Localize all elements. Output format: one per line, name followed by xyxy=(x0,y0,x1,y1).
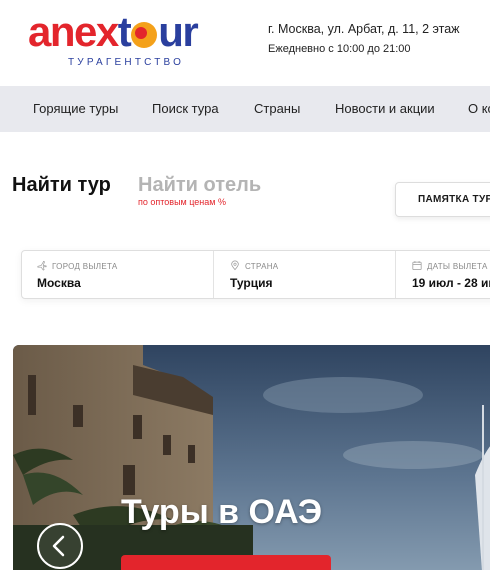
tour-search-form: ГОРОД ВЫЛЕТА Москва СТРАНА Турция ДАТЫ В… xyxy=(21,250,490,299)
hero-title: Туры в ОАЭ xyxy=(121,493,323,531)
tab-find-hotel[interactable]: Найти отель xyxy=(138,174,261,197)
plane-icon xyxy=(37,260,47,271)
departure-dates-field[interactable]: ДАТЫ ВЫЛЕТА 19 июл - 28 ик xyxy=(396,251,490,298)
anextour-logo[interactable]: anext ur ТУРАГЕНТСТВО xyxy=(28,8,238,69)
hero-background-image xyxy=(13,345,490,570)
nav-item-tour-search[interactable]: Поиск тура xyxy=(152,101,219,116)
slider-prev-button[interactable] xyxy=(37,523,83,569)
hero-banner: Туры в ОАЭ xyxy=(13,345,490,570)
departure-city-value: Москва xyxy=(37,276,81,290)
nav-item-hot-tours[interactable]: Горящие туры xyxy=(33,101,118,116)
departure-dates-label: ДАТЫ ВЫЛЕТА xyxy=(427,262,488,271)
nav-item-countries[interactable]: Страны xyxy=(254,101,300,116)
country-field[interactable]: СТРАНА Турция xyxy=(214,251,396,298)
nav-item-about[interactable]: О ко xyxy=(468,101,490,116)
departure-city-label: ГОРОД ВЫЛЕТА xyxy=(52,262,118,271)
site-header: anext ur ТУРАГЕНТСТВО г. Москва, ул. Арба… xyxy=(0,0,490,86)
logo-wordmark: anext ur xyxy=(28,8,199,55)
country-label: СТРАНА xyxy=(245,262,279,271)
search-tabs: Найти тур Найти отель по оптовым ценам %… xyxy=(0,132,490,242)
nav-item-news[interactable]: Новости и акции xyxy=(335,101,435,116)
wholesale-price-note: по оптовым ценам % xyxy=(138,197,226,207)
office-hours: Ежедневно с 10:00 до 21:00 xyxy=(268,43,411,55)
country-value: Турция xyxy=(230,276,273,290)
location-pin-icon xyxy=(231,260,239,271)
hero-cta-button[interactable] xyxy=(121,555,331,570)
logo-subtitle: ТУРАГЕНТСТВО xyxy=(68,57,185,68)
departure-city-field[interactable]: ГОРОД ВЫЛЕТА Москва xyxy=(22,251,214,298)
tourist-memo-button[interactable]: ПАМЯТКА ТУРИ xyxy=(395,182,490,217)
departure-dates-value: 19 июл - 28 ик xyxy=(412,276,490,290)
office-address: г. Москва, ул. Арбат, д. 11, 2 этаж xyxy=(268,22,460,36)
tab-find-tour[interactable]: Найти тур xyxy=(12,174,111,197)
calendar-icon xyxy=(412,261,422,271)
logo-sun-icon xyxy=(131,22,158,48)
main-nav: Горящие туры Поиск тура Страны Новости и… xyxy=(0,86,490,132)
chevron-left-icon xyxy=(52,535,65,557)
